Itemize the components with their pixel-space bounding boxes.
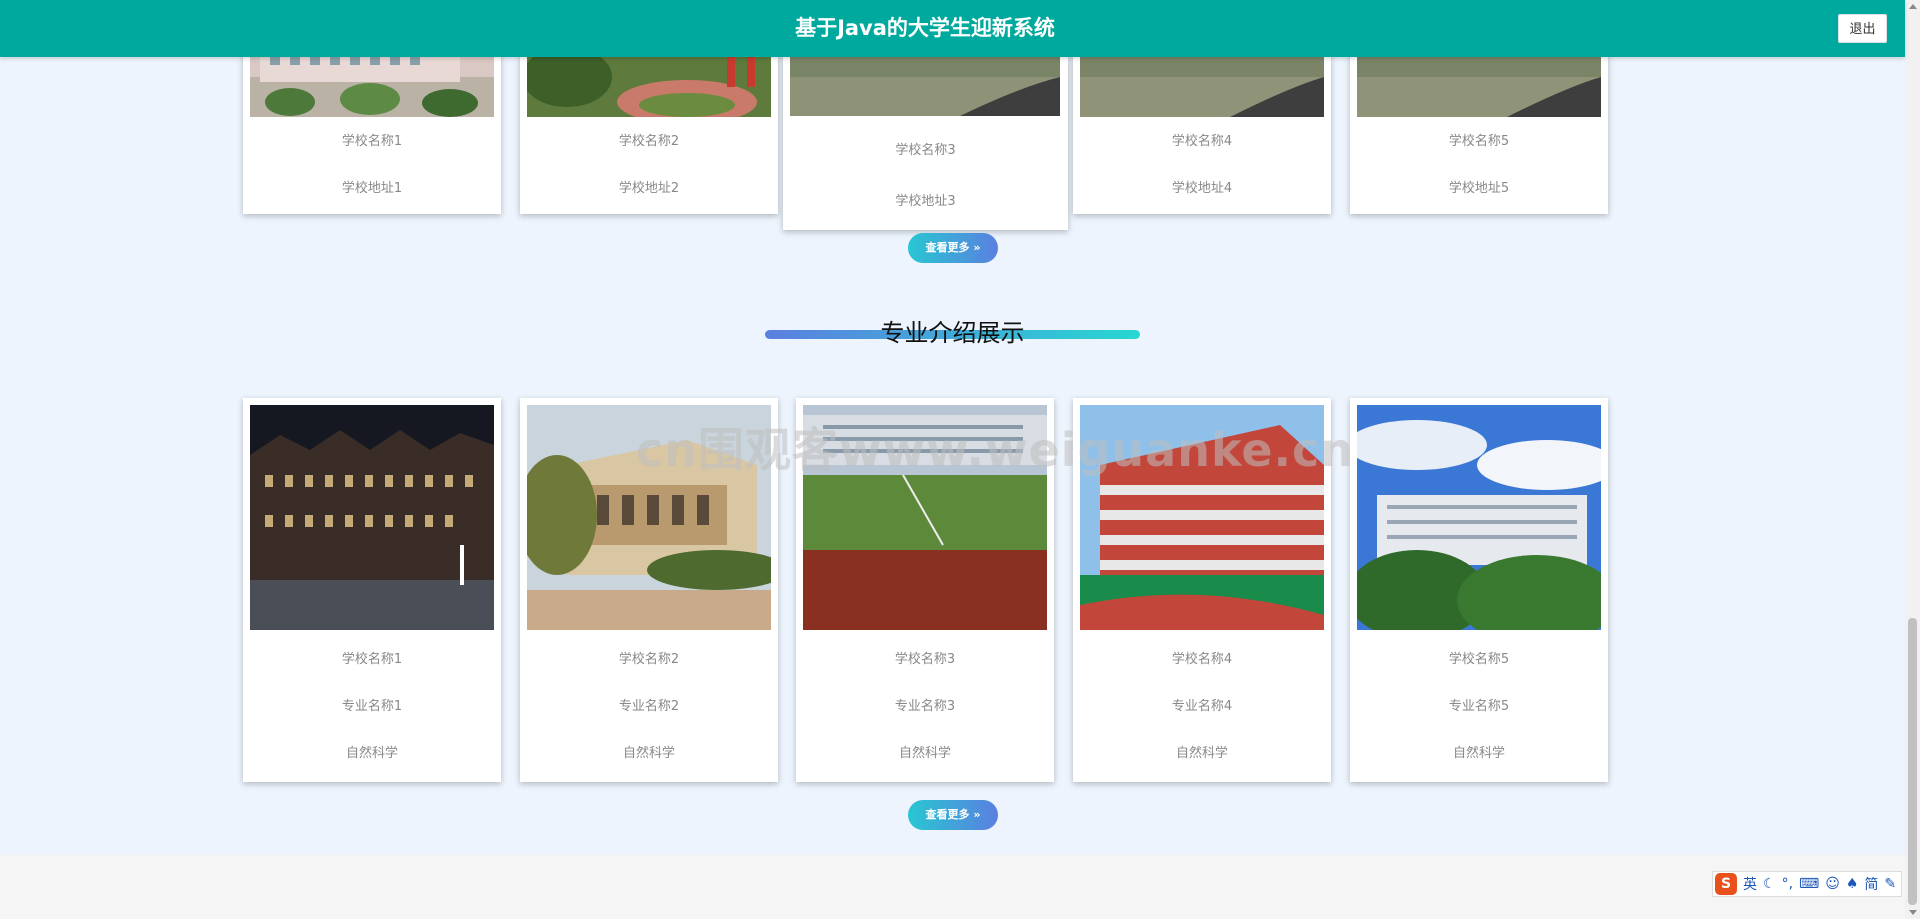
- major-photo: [250, 405, 494, 630]
- school-card[interactable]: 学校名称3 学校地址3: [783, 40, 1068, 230]
- app-title: 基于Java的大学生迎新系统: [795, 16, 1055, 40]
- watermark: cn围观客www.weiguanke.cn: [636, 423, 1355, 477]
- scroll-down-icon[interactable]: [1909, 910, 1917, 915]
- school-name: 学校名称2: [618, 134, 680, 149]
- school-address: 学校地址3: [895, 194, 956, 209]
- scrollbar-thumb[interactable]: [1908, 618, 1917, 905]
- school-photo: [1357, 47, 1601, 117]
- school-name: 学校名称1: [341, 134, 403, 149]
- school-photo: [250, 47, 494, 117]
- school-name: 学校名称4: [1171, 134, 1233, 149]
- school-address: 学校地址2: [618, 181, 680, 196]
- school-name: 学校名称3: [895, 143, 956, 158]
- page-scrollbar[interactable]: [1905, 0, 1920, 919]
- wrench-icon[interactable]: ✎: [1884, 876, 1896, 892]
- major-photo: [1357, 405, 1601, 630]
- top-header: 基于Java的大学生迎新系统 退出: [0, 0, 1905, 57]
- section-title: 专业介绍展示: [880, 319, 1025, 347]
- major-category: 自然科学: [1452, 746, 1505, 761]
- major-more-button[interactable]: 查看更多 »: [908, 800, 998, 830]
- major-category: 自然科学: [898, 746, 951, 761]
- school-photo: [790, 47, 1060, 116]
- user-icon[interactable]: ☺: [1825, 876, 1840, 892]
- school-address: 学校地址1: [341, 181, 403, 196]
- major-category: 自然科学: [345, 746, 398, 761]
- school-address: 学校地址5: [1448, 181, 1510, 196]
- school-card[interactable]: 学校名称5 学校地址5: [1350, 40, 1608, 214]
- major-school-name: 学校名称2: [618, 652, 680, 667]
- major-name: 专业名称5: [1448, 699, 1510, 714]
- major-school-name: 学校名称1: [341, 652, 403, 667]
- major-school-name: 学校名称3: [894, 652, 956, 667]
- school-card[interactable]: 学校名称4 学校地址4: [1073, 40, 1331, 214]
- scroll-up-icon[interactable]: [1909, 4, 1917, 9]
- page-content: 学校名称1 学校地址1 学校名称2 学校地址2 学校名称3 学校地址3 学校名称…: [0, 0, 1905, 855]
- major-category: 自然科学: [622, 746, 675, 761]
- school-name: 学校名称5: [1448, 134, 1510, 149]
- keyboard-icon[interactable]: ⌨: [1799, 876, 1819, 892]
- major-name: 专业名称4: [1171, 699, 1233, 714]
- skin-icon[interactable]: ♠: [1846, 876, 1859, 892]
- major-name: 专业名称2: [618, 699, 680, 714]
- moon-icon[interactable]: ☾: [1763, 876, 1776, 892]
- ime-simplified-label[interactable]: 简: [1864, 874, 1878, 894]
- major-school-name: 学校名称5: [1448, 652, 1510, 667]
- major-card[interactable]: 学校名称1 专业名称1 自然科学: [243, 398, 501, 782]
- school-address: 学校地址4: [1171, 181, 1233, 196]
- ime-toolbar[interactable]: S 英 ☾ °, ⌨ ☺ ♠ 简 ✎: [1712, 871, 1902, 897]
- major-name: 专业名称1: [341, 699, 403, 714]
- logout-button[interactable]: 退出: [1838, 14, 1887, 43]
- school-photo: [1080, 47, 1324, 117]
- major-name: 专业名称3: [894, 699, 956, 714]
- school-card[interactable]: 学校名称2 学校地址2: [520, 40, 778, 214]
- major-card[interactable]: 学校名称5 专业名称5 自然科学: [1350, 398, 1608, 782]
- school-photo: [527, 47, 771, 117]
- major-category: 自然科学: [1175, 746, 1228, 761]
- sogou-logo-icon[interactable]: S: [1715, 873, 1737, 895]
- school-more-button[interactable]: 查看更多 »: [908, 233, 998, 263]
- major-school-name: 学校名称4: [1171, 652, 1233, 667]
- punctuation-icon[interactable]: °,: [1782, 876, 1793, 892]
- ime-mode-label[interactable]: 英: [1743, 874, 1757, 894]
- school-card[interactable]: 学校名称1 学校地址1: [243, 40, 501, 214]
